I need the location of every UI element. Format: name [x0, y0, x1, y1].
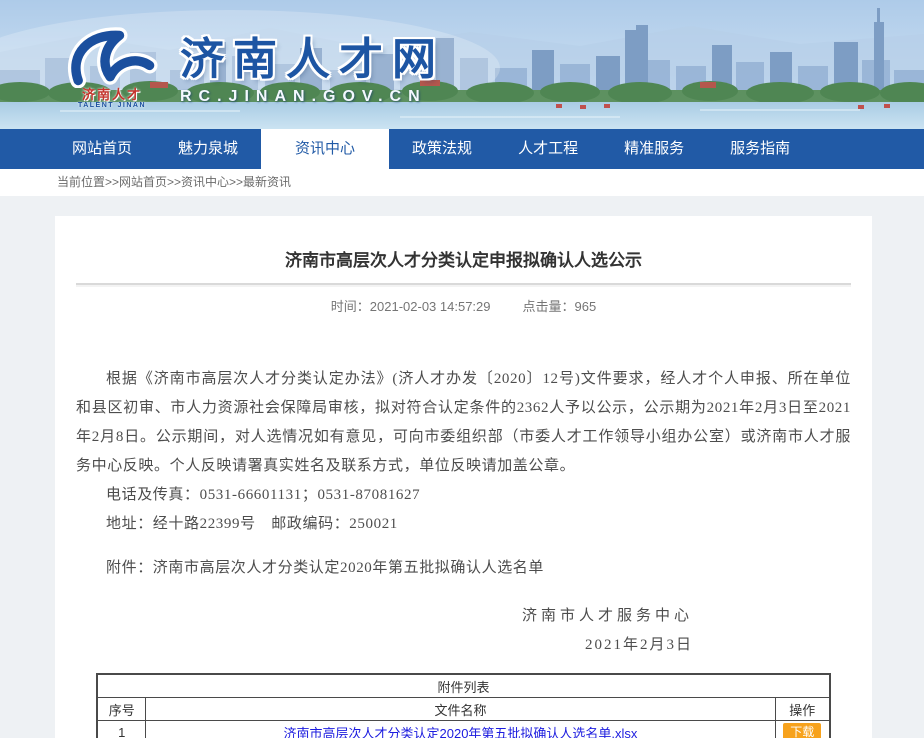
main-nav: 网站首页 魅力泉城 资讯中心 政策法规 人才工程 精准服务 服务指南: [0, 129, 924, 169]
site-banner: 济南人才 TALENT JINAN 济南人才网 RC.JINAN.GOV.CN: [0, 0, 924, 129]
logo-badge: 济南人才 TALENT JINAN: [60, 88, 164, 109]
logo-badge-cn: 济南人才: [60, 88, 164, 101]
attachment-line: 附件：济南市高层次人才分类认定2020年第五批拟确认人选名单: [76, 554, 851, 583]
article-body: 根据《济南市高层次人才分类认定办法》(济人才办发〔2020〕12号)文件要求，经…: [76, 365, 851, 583]
article-meta: 时间：2021-02-03 14:57:29 点击量：965: [55, 296, 872, 315]
site-name: 济南人才网: [180, 38, 445, 82]
col-header-filename: 文件名称: [145, 698, 775, 721]
row-index: 1: [97, 721, 145, 738]
download-button[interactable]: 下载: [783, 723, 821, 738]
address-line: 地址：经十路22399号 邮政编码：250021: [76, 510, 851, 539]
attachment-table-header-row: 序号 文件名称 操作: [97, 698, 829, 721]
site-url: RC.JINAN.GOV.CN: [180, 88, 445, 106]
table-row: 1 济南市高层次人才分类认定2020年第五批拟确认人选名单.xlsx 下载: [97, 721, 829, 738]
attachment-table-title-row: 附件列表: [97, 674, 829, 698]
meta-time-label: 时间：: [331, 299, 370, 314]
nav-item-precise-services[interactable]: 精准服务: [601, 129, 707, 169]
meta-hits-value: 965: [575, 299, 597, 314]
attachment-table: 附件列表 序号 文件名称 操作 1 济南市高层次人才分类认定2020年第五批拟确…: [96, 673, 830, 738]
nav-item-service-guide[interactable]: 服务指南: [707, 129, 813, 169]
site-logo[interactable]: 济南人才 TALENT JINAN 济南人才网 RC.JINAN.GOV.CN: [58, 26, 445, 114]
signature-org: 济南市人才服务中心: [76, 602, 851, 631]
page-background: 济南市高层次人才分类认定申报拟确认人选公示 时间：2021-02-03 14:5…: [0, 196, 924, 738]
col-header-index: 序号: [97, 698, 145, 721]
page-title: 济南市高层次人才分类认定申报拟确认人选公示: [76, 246, 851, 271]
attachment-table-title: 附件列表: [97, 674, 829, 698]
signature-date: 2021年2月3日: [76, 631, 851, 660]
signature-block: 济南市人才服务中心 2021年2月3日: [76, 602, 851, 660]
breadcrumb[interactable]: 当前位置>>网站首页>>资讯中心>>最新资讯: [0, 169, 924, 196]
nav-item-charm-city[interactable]: 魅力泉城: [155, 129, 261, 169]
talent-jinan-logo-icon: [58, 26, 166, 88]
nav-item-talent-projects[interactable]: 人才工程: [495, 129, 601, 169]
attachment-file-link[interactable]: 济南市高层次人才分类认定2020年第五批拟确认人选名单.xlsx: [284, 726, 638, 738]
title-divider: [76, 283, 851, 287]
meta-time-value: 2021-02-03 14:57:29: [370, 299, 491, 314]
col-header-action: 操作: [775, 698, 829, 721]
article-card: 济南市高层次人才分类认定申报拟确认人选公示 时间：2021-02-03 14:5…: [55, 216, 872, 738]
nav-item-news-center[interactable]: 资讯中心: [261, 129, 389, 169]
article-paragraph: 根据《济南市高层次人才分类认定办法》(济人才办发〔2020〕12号)文件要求，经…: [76, 365, 851, 481]
phone-line: 电话及传真：0531-66601131；0531-87081627: [76, 481, 851, 510]
meta-hits-label: 点击量：: [523, 299, 575, 314]
nav-item-policies[interactable]: 政策法规: [389, 129, 495, 169]
logo-badge-en: TALENT JINAN: [60, 102, 164, 109]
nav-item-home[interactable]: 网站首页: [49, 129, 155, 169]
